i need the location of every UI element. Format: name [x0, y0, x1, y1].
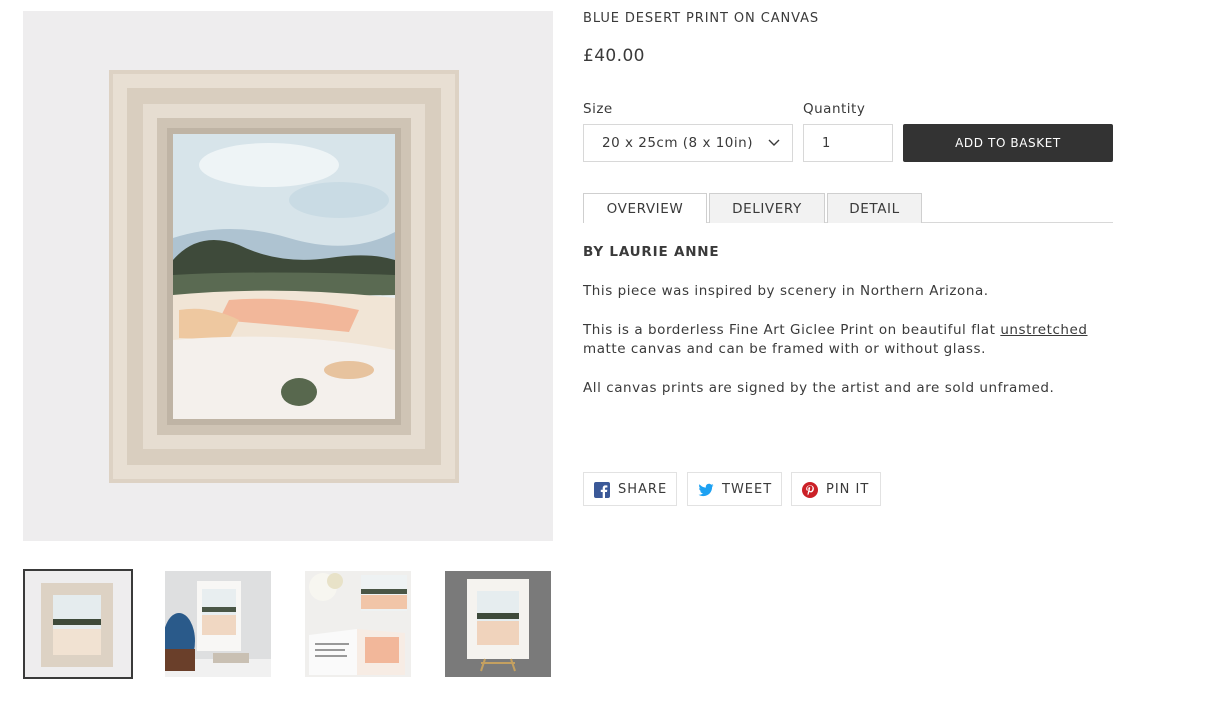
quantity-label: Quantity — [803, 101, 866, 117]
twitter-tweet-button[interactable]: TWEET — [687, 472, 782, 506]
thumbnail-3[interactable] — [305, 571, 411, 677]
product-main-image[interactable] — [23, 11, 553, 541]
description-paragraph-2: This is a borderless Fine Art Giclee Pri… — [583, 321, 1123, 359]
product-price: £40.00 — [583, 46, 645, 66]
thumbnail-easel-image — [445, 571, 551, 677]
framed-painting-image — [109, 70, 459, 483]
artist-name: BY LAURIE ANNE — [583, 244, 720, 260]
facebook-share-button[interactable]: SHARE — [583, 472, 677, 506]
quantity-input[interactable] — [803, 124, 893, 162]
thumbnail-book-scene-image — [305, 571, 411, 677]
facebook-share-label: SHARE — [618, 482, 668, 497]
size-label: Size — [583, 101, 613, 117]
thumbnail-2[interactable] — [165, 571, 271, 677]
twitter-tweet-label: TWEET — [722, 482, 773, 497]
thumbnail-vase-scene-image — [165, 571, 271, 677]
pinterest-pin-label: PIN IT — [826, 482, 870, 497]
twitter-icon — [698, 483, 714, 497]
facebook-icon — [594, 482, 610, 498]
description-text: matte canvas and can be framed with or w… — [583, 341, 986, 357]
unstretched-link[interactable]: unstretched — [1000, 322, 1087, 338]
description-text: This is a borderless Fine Art Giclee Pri… — [583, 322, 1001, 338]
pinterest-pin-button[interactable]: PIN IT — [791, 472, 881, 506]
size-select[interactable]: 20 x 25cm (8 x 10in) — [583, 124, 793, 162]
thumbnail-framed-image — [25, 571, 131, 677]
size-select-value: 20 x 25cm (8 x 10in) — [602, 135, 753, 151]
thumbnail-1[interactable] — [23, 569, 133, 679]
description-paragraph-1: This piece was inspired by scenery in No… — [583, 283, 989, 299]
add-to-basket-button[interactable]: ADD TO BASKET — [903, 124, 1113, 162]
product-title: BLUE DESERT PRINT ON CANVAS — [583, 11, 820, 26]
tab-detail[interactable]: DETAIL — [827, 193, 922, 223]
tab-delivery[interactable]: DELIVERY — [709, 193, 825, 223]
pinterest-icon — [802, 482, 818, 498]
thumbnail-4[interactable] — [445, 571, 551, 677]
description-paragraph-3: All canvas prints are signed by the arti… — [583, 380, 1055, 396]
chevron-down-icon — [768, 139, 780, 146]
tab-overview[interactable]: OVERVIEW — [583, 193, 707, 223]
